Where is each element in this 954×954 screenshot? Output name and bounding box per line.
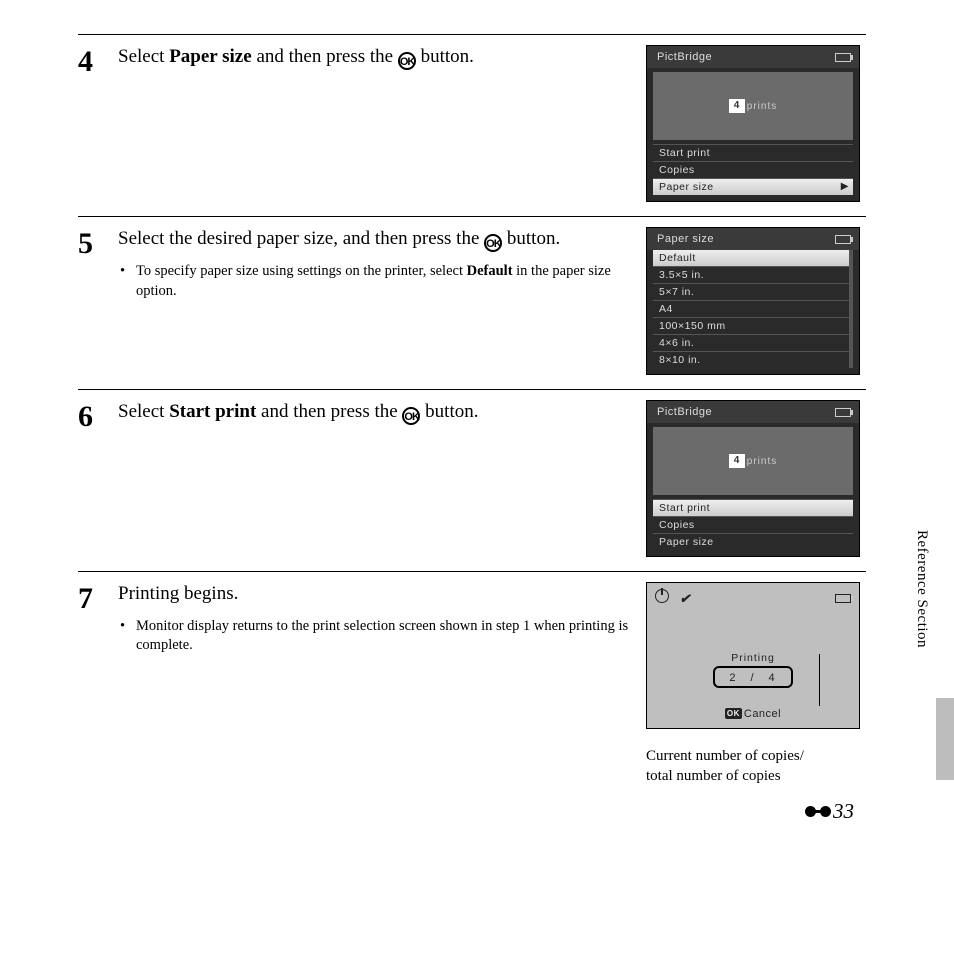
pictbridge-icon: ✔	[679, 591, 690, 606]
lcd-screen-step4: PictBridge 4 prints Start print Copies P…	[646, 45, 860, 202]
lcd-title: PictBridge	[657, 51, 712, 63]
option-a4: A4	[653, 300, 849, 317]
option-35x5: 3.5×5 in.	[653, 266, 849, 283]
page-section-icon	[805, 805, 831, 819]
step-5: 5 Select the desired paper size, and the…	[78, 217, 866, 389]
battery-icon	[835, 408, 851, 417]
lcd-screen-step6: PictBridge 4 prints Start print Copies P…	[646, 400, 860, 557]
ok-icon: OK	[398, 52, 416, 70]
option-4x6: 4×6 in.	[653, 334, 849, 351]
step-number: 5	[78, 227, 118, 259]
step-number: 7	[78, 582, 118, 614]
cancel-hint: OKCancel	[647, 708, 859, 720]
side-tab	[936, 698, 954, 780]
lcd-screen-step5: Paper size Default 3.5×5 in. 5×7 in. A4 …	[646, 227, 860, 375]
lcd-title: Paper size	[657, 233, 714, 245]
menu-item-start-print: Start print	[653, 144, 853, 161]
battery-icon	[835, 594, 851, 603]
menu-item-paper-size: Paper size	[653, 533, 853, 550]
bullet-text: To specify paper size using settings on …	[132, 262, 636, 301]
step-number: 6	[78, 400, 118, 432]
battery-icon	[835, 53, 851, 62]
print-progress: 2 / 4	[713, 666, 792, 688]
menu-item-copies: Copies	[653, 161, 853, 178]
callout-line	[819, 654, 820, 706]
side-section-label: Reference Section	[913, 530, 930, 648]
option-100x150: 100×150 mm	[653, 317, 849, 334]
print-count: 4	[729, 454, 745, 468]
power-icon	[655, 589, 669, 603]
chevron-right-icon: ▶	[841, 181, 849, 192]
prints-label: prints	[747, 456, 777, 467]
menu-item-paper-size: Paper size▶	[653, 178, 853, 195]
option-default: Default	[653, 250, 849, 266]
option-8x10: 8×10 in.	[653, 351, 849, 368]
manual-page: 4 Select Paper size and then press the O…	[78, 34, 866, 786]
ok-icon: OK	[402, 407, 420, 425]
print-count: 4	[729, 99, 745, 113]
lcd-title: PictBridge	[657, 406, 712, 418]
ok-icon: OK	[484, 234, 502, 252]
step-7: 7 Printing begins. Monitor display retur…	[78, 572, 866, 786]
printing-label: Printing	[647, 652, 859, 664]
ok-icon: OK	[725, 708, 742, 719]
prints-label: prints	[747, 101, 777, 112]
step-title: Printing begins.	[118, 582, 636, 607]
step-number: 4	[78, 45, 118, 77]
battery-icon	[835, 235, 851, 244]
option-5x7: 5×7 in.	[653, 283, 849, 300]
step-4: 4 Select Paper size and then press the O…	[78, 35, 866, 216]
callout-text: Current number of copies/total number of…	[646, 747, 866, 786]
page-number: 33	[805, 799, 854, 824]
step-6: 6 Select Start print and then press the …	[78, 390, 866, 571]
step-title: Select the desired paper size, and then …	[118, 227, 636, 252]
menu-item-start-print: Start print	[653, 499, 853, 516]
menu-item-copies: Copies	[653, 516, 853, 533]
step-title: Select Paper size and then press the OK …	[118, 45, 636, 70]
bullet-text: Monitor display returns to the print sel…	[132, 617, 636, 656]
lcd-screen-step7: ✔ Printing 2 / 4 OKCancel	[646, 582, 860, 729]
step-title: Select Start print and then press the OK…	[118, 400, 636, 425]
